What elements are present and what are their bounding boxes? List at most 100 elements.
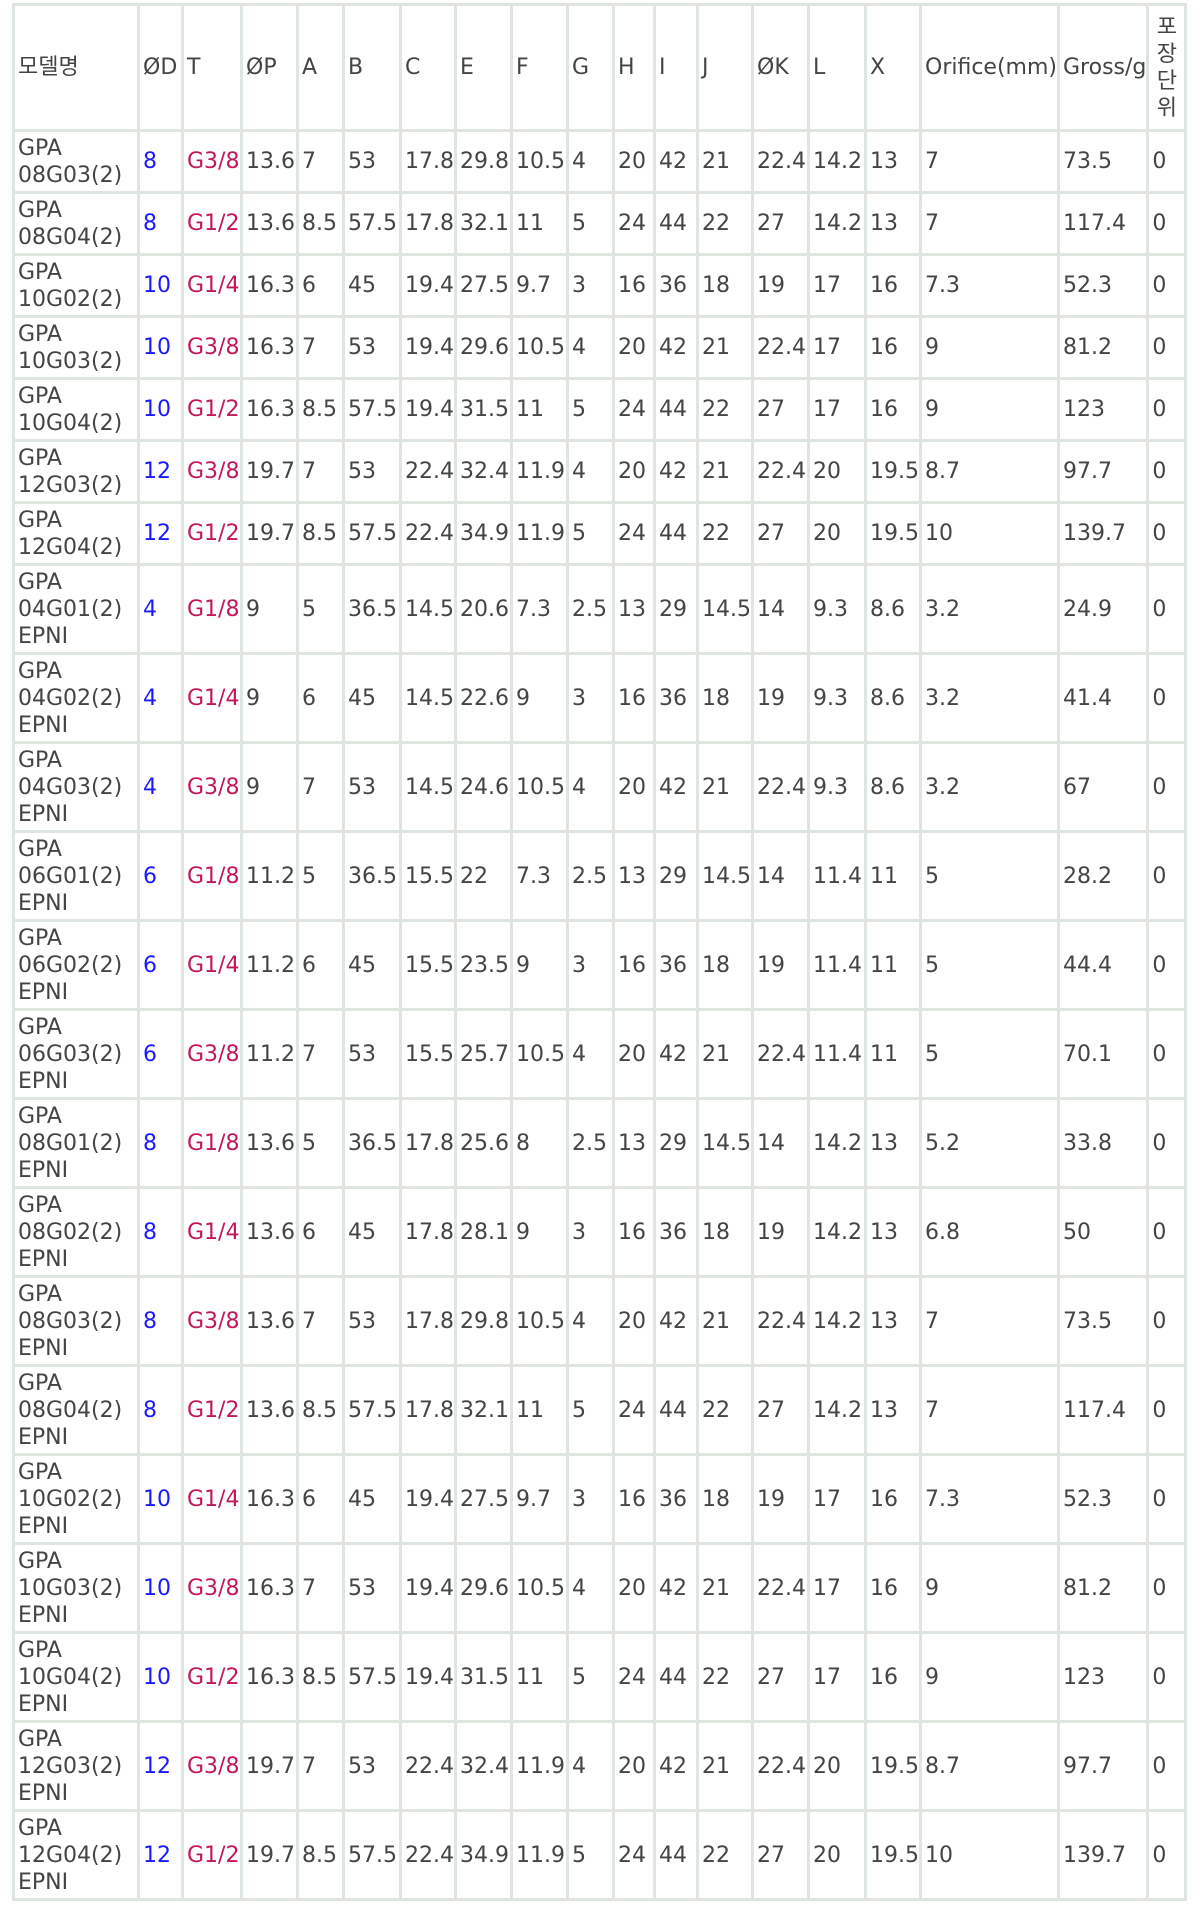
- cell-a: 7: [296, 741, 345, 833]
- model-line: 08G04(2): [18, 1397, 123, 1423]
- cell-k: 27: [751, 1809, 810, 1901]
- cell-gross: 123: [1056, 1631, 1150, 1723]
- cell-k: 27: [751, 501, 810, 566]
- cell-package-unit: 0: [1146, 1720, 1188, 1812]
- cell-d: 8: [137, 129, 184, 194]
- model-line: 06G03(2): [18, 1041, 123, 1067]
- cell-a: 8.5: [296, 191, 345, 256]
- cell-e: 31.5: [454, 1631, 513, 1723]
- cell-package-unit: 0: [1146, 1008, 1188, 1100]
- cell-d: 4: [137, 563, 184, 655]
- model-line: GPA: [18, 507, 62, 533]
- model-line: GPA: [18, 569, 62, 595]
- model-line: 06G02(2): [18, 952, 123, 978]
- cell-x: 16: [864, 1542, 922, 1634]
- cell-j: 14.5: [696, 1097, 754, 1189]
- cell-t: G3/8: [181, 741, 243, 833]
- cell-p: 19.7: [240, 439, 299, 504]
- cell-package-unit: 0: [1146, 191, 1188, 256]
- cell-c: 17.8: [399, 191, 457, 256]
- cell-i: 42: [653, 1275, 699, 1367]
- cell-gross: 97.7: [1056, 439, 1150, 504]
- cell-i: 42: [653, 1720, 699, 1812]
- cell-gross: 44.4: [1056, 919, 1150, 1011]
- table-row: GPA 10G03(2) EPNI 10 G3/8 16.3 7 53 19.4 29.6 10.5…: [12, 1542, 1188, 1634]
- model-line: EPNI: [18, 712, 69, 738]
- cell-i: 44: [653, 501, 699, 566]
- cell-h: 20: [612, 439, 656, 504]
- cell-k: 22.4: [751, 1008, 810, 1100]
- header-package-unit-char: 단: [1156, 68, 1177, 94]
- cell-g: 4: [566, 1720, 615, 1812]
- cell-f: 9: [510, 652, 569, 744]
- cell-gross: 41.4: [1056, 652, 1150, 744]
- cell-a: 5: [296, 563, 345, 655]
- cell-i: 36: [653, 652, 699, 744]
- cell-i: 42: [653, 1008, 699, 1100]
- model-line: 04G02(2): [18, 685, 123, 711]
- cell-package-unit: 0: [1146, 1809, 1188, 1901]
- table-body: GPA 08G03(2) 8 G3/8 13.6 7 53 17.8 29.8 10.5 4 20 42…: [12, 129, 1188, 1901]
- cell-t: G3/8: [181, 315, 243, 380]
- cell-i: 36: [653, 1186, 699, 1278]
- cell-e: 29.6: [454, 315, 513, 380]
- cell-package-unit: 0: [1146, 741, 1188, 833]
- cell-g: 3: [566, 1453, 615, 1545]
- cell-p: 13.6: [240, 1097, 299, 1189]
- header-b: B: [342, 3, 402, 132]
- table-row: GPA 08G03(2) EPNI 8 G3/8 13.6 7 53 17.8 29.8 10.5 4…: [12, 1275, 1188, 1367]
- cell-g: 5: [566, 1809, 615, 1901]
- cell-a: 7: [296, 1542, 345, 1634]
- cell-h: 24: [612, 1631, 656, 1723]
- cell-orifice: 3.2: [919, 652, 1060, 744]
- model-line: 12G04(2): [18, 534, 123, 560]
- cell-e: 32.1: [454, 1364, 513, 1456]
- cell-g: 3: [566, 1186, 615, 1278]
- table-row: GPA 10G04(2) 10 G1/2 16.3 8.5 57.5 19.4 31.5 11 5 2…: [12, 377, 1188, 442]
- cell-f: 11: [510, 377, 569, 442]
- cell-c: 14.5: [399, 741, 457, 833]
- cell-x: 13: [864, 1097, 922, 1189]
- cell-orifice: 5: [919, 1008, 1060, 1100]
- cell-l: 17: [807, 315, 867, 380]
- cell-gross: 81.2: [1056, 315, 1150, 380]
- cell-t: G1/2: [181, 1364, 243, 1456]
- cell-f: 11: [510, 191, 569, 256]
- cell-t: G1/8: [181, 1097, 243, 1189]
- cell-package-unit: 0: [1146, 1097, 1188, 1189]
- cell-g: 5: [566, 1364, 615, 1456]
- cell-f: 11.9: [510, 1809, 569, 1901]
- cell-j: 18: [696, 253, 754, 318]
- cell-model: GPA 08G04(2): [12, 191, 140, 256]
- cell-c: 14.5: [399, 652, 457, 744]
- cell-orifice: 7: [919, 1275, 1060, 1367]
- header-h: H: [612, 3, 656, 132]
- cell-a: 7: [296, 315, 345, 380]
- model-line: 08G02(2): [18, 1219, 123, 1245]
- table-row: GPA 08G04(2) EPNI 8 G1/2 13.6 8.5 57.5 17.8 32.1 1…: [12, 1364, 1188, 1456]
- table-row: GPA 10G03(2) 10 G3/8 16.3 7 53 19.4 29.6 10.5 4 20 4…: [12, 315, 1188, 380]
- model-line: GPA: [18, 1281, 62, 1307]
- cell-package-unit: 0: [1146, 1453, 1188, 1545]
- cell-h: 16: [612, 1453, 656, 1545]
- cell-g: 2.5: [566, 563, 615, 655]
- cell-l: 9.3: [807, 652, 867, 744]
- cell-h: 24: [612, 1809, 656, 1901]
- cell-package-unit: 0: [1146, 1186, 1188, 1278]
- cell-model: GPA 08G02(2) EPNI: [12, 1186, 140, 1278]
- cell-j: 21: [696, 741, 754, 833]
- cell-model: GPA 06G03(2) EPNI: [12, 1008, 140, 1100]
- cell-i: 42: [653, 741, 699, 833]
- cell-f: 7.3: [510, 563, 569, 655]
- cell-f: 8: [510, 1097, 569, 1189]
- model-line: GPA: [18, 445, 62, 471]
- cell-d: 10: [137, 1542, 184, 1634]
- cell-gross: 67: [1056, 741, 1150, 833]
- cell-a: 8.5: [296, 1809, 345, 1901]
- cell-h: 24: [612, 377, 656, 442]
- cell-d: 4: [137, 652, 184, 744]
- cell-p: 9: [240, 652, 299, 744]
- cell-package-unit: 0: [1146, 315, 1188, 380]
- cell-package-unit: 0: [1146, 563, 1188, 655]
- cell-gross: 52.3: [1056, 253, 1150, 318]
